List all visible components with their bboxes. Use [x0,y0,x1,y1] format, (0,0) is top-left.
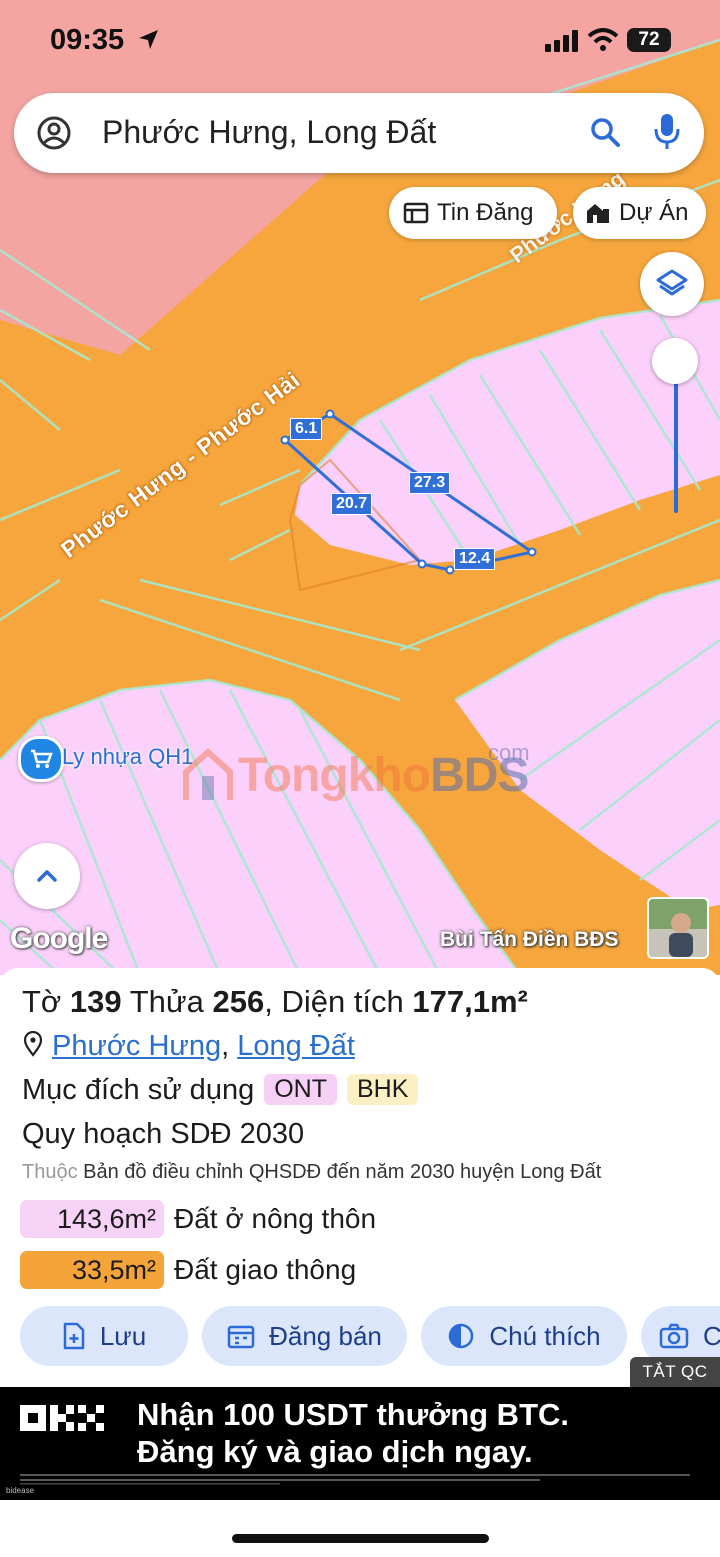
layers-button[interactable] [640,252,704,316]
expand-button[interactable] [14,843,80,909]
save-button[interactable]: Lưu [20,1306,188,1366]
google-attribution: Google [10,922,108,955]
capture-button-label: C [703,1320,720,1351]
zone-row-residential: 143,6m² Đất ở nông thôn [20,1199,376,1239]
parcel-address: Phước Hưng, Long Đất [22,1030,355,1063]
listings-chip[interactable]: Tin Đăng [389,187,557,239]
district-link[interactable]: Long Đất [237,1030,355,1062]
map-view[interactable]: Phước Hưng - Phước Hải Phước Hưng 6.1 27… [0,0,720,975]
parcel-title: Tờ 139 Thửa 256, Diện tích 177,1m² [22,984,528,1019]
save-button-label: Lưu [99,1320,147,1351]
legend-button[interactable]: Chú thích [421,1306,627,1366]
ad-fine-print [20,1474,690,1485]
plan-heading: Quy hoạch SDĐ 2030 [22,1118,305,1150]
opacity-slider-handle[interactable] [652,338,698,384]
buildings-icon [587,204,609,223]
land-purpose: Mục đích sử dụng ONT BHK [22,1074,419,1107]
account-icon[interactable] [36,115,72,151]
zone-row-traffic: 33,5m² Đất giao thông [20,1250,356,1290]
map-credit: Bùi Tấn Điền BĐS [440,928,619,951]
post-sale-button[interactable]: Đăng bán [202,1306,407,1366]
search-bar[interactable]: Phước Hưng, Long Đất [14,93,704,173]
plan-source: Thuộc Bản đồ điều chỉnh QHSDĐ đến năm 20… [22,1161,602,1183]
contrast-icon [449,1323,474,1349]
ad-subline: Đăng ký và giao dịch ngay. [137,1434,533,1469]
purpose-tag-bhk: BHK [346,1074,419,1105]
dimension-label-right: 27.3 [409,472,451,494]
ad-headline: Nhận 100 USDT thưởng BTC. [137,1397,570,1432]
home-indicator[interactable] [232,1534,489,1543]
search-input[interactable]: Phước Hưng, Long Đất [102,114,436,151]
dimension-label-bottom: 12.4 [454,548,496,570]
zone-area-traffic: 33,5m² [20,1251,164,1289]
poi-label[interactable]: Ly nhựa QH1 [62,744,193,770]
avatar[interactable] [647,897,709,959]
battery-indicator: 72 [627,28,671,52]
close-ad-button[interactable]: TẮT QC [630,1357,720,1387]
zone-label-residential: Đất ở nông thôn [174,1203,377,1234]
ad-source: bidease [6,1486,35,1495]
location-pin-icon [23,1030,43,1057]
listings-icon [403,202,429,224]
okx-logo-icon [20,1405,104,1431]
ward-link[interactable]: Phước Hưng [52,1030,221,1062]
add-document-icon [63,1322,85,1350]
projects-chip[interactable]: Dự Án [573,187,706,239]
wifi-icon [587,28,619,51]
layers-icon [656,269,688,296]
post-sale-button-label: Đăng bán [269,1320,382,1351]
opacity-slider-track[interactable] [674,383,678,513]
calendar-icon [227,1325,255,1349]
camera-icon [659,1323,689,1349]
dimension-label-top: 6.1 [290,418,323,440]
zone-area-residential: 143,6m² [20,1200,164,1238]
search-icon[interactable] [588,115,622,149]
purpose-tag-ont: ONT [264,1074,337,1105]
signal-icon [545,30,578,52]
microphone-icon[interactable] [652,111,682,151]
status-time: 09:35 [50,24,125,56]
chevron-up-icon [37,870,57,882]
zone-label-traffic: Đất giao thông [174,1254,357,1285]
watermark-logo-icon [183,747,233,800]
shop-pin-icon[interactable] [18,736,64,782]
dimension-label-left: 20.7 [331,493,373,515]
ad-banner[interactable]: Nhận 100 USDT thưởng BTC. Đăng ký và gia… [0,1387,720,1500]
watermark-text: TongkhoBDS [238,749,529,802]
watermark-com: com [488,740,530,765]
status-bar: 09:35 72 [0,0,720,80]
parcel-info-sheet: Tờ 139 Thửa 256, Diện tích 177,1m² Phước… [0,968,720,1388]
listings-chip-label: Tin Đăng [437,199,534,226]
location-arrow-icon [139,30,158,49]
projects-chip-label: Dự Án [619,199,689,226]
legend-button-label: Chú thích [489,1320,601,1351]
